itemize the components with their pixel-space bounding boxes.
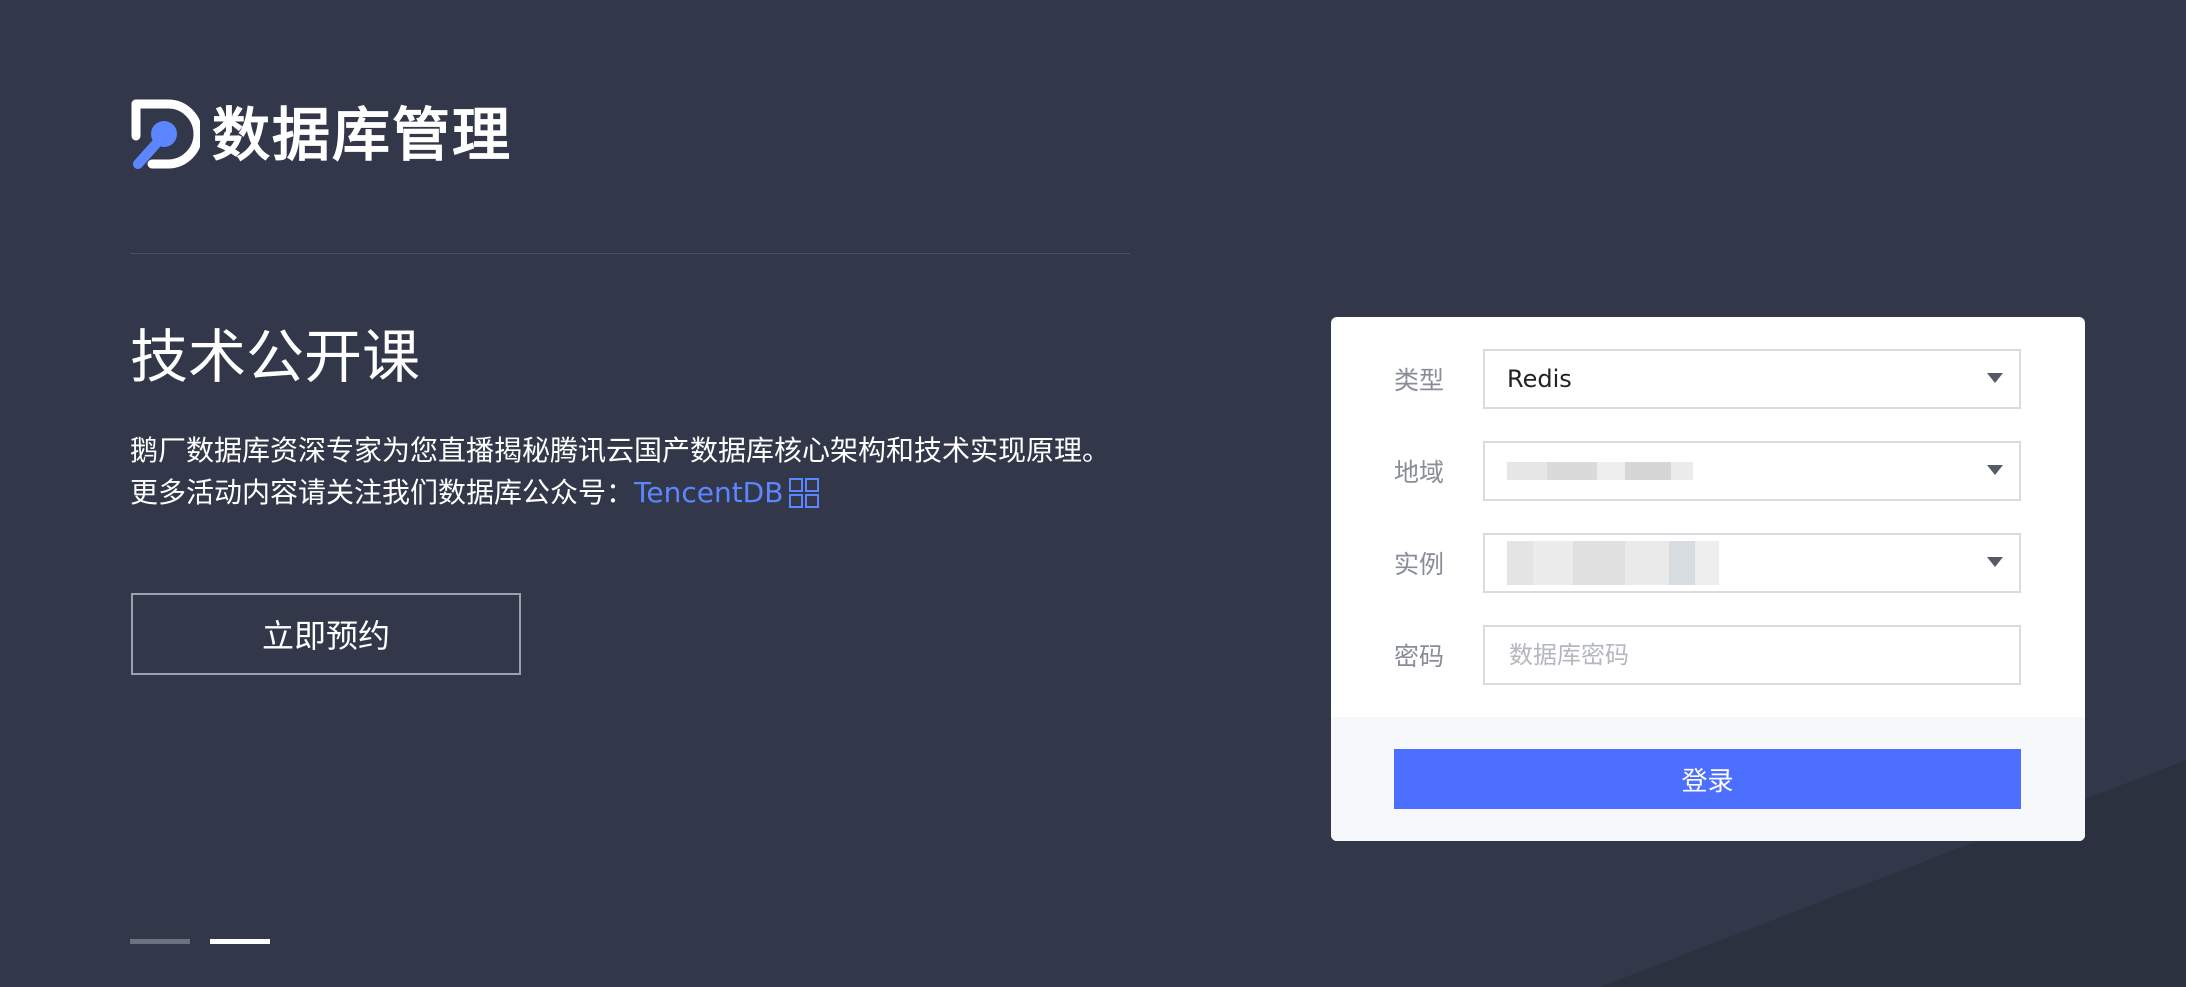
brand-logo: 数据库管理 xyxy=(130,98,512,172)
chevron-down-icon xyxy=(1987,465,2003,475)
qrcode-icon[interactable] xyxy=(789,478,820,508)
login-form: 类型 Redis 地域 实例 密码 xyxy=(1331,317,2085,717)
instance-value-redacted xyxy=(1507,541,1719,585)
password-label: 密码 xyxy=(1394,642,1445,671)
database-management-logo-icon xyxy=(131,99,200,169)
type-select-value: Redis xyxy=(1507,365,1572,393)
promo-description-line1: 鹅厂数据库资深专家为您直播揭秘腾讯云国产数据库核心架构和技术实现原理。 xyxy=(130,434,1111,467)
promo-description-prefix: 更多活动内容请关注我们数据库公众号： xyxy=(130,476,635,509)
chevron-down-icon xyxy=(1987,557,2003,567)
instance-select[interactable] xyxy=(1483,533,2021,593)
type-select[interactable]: Redis xyxy=(1483,349,2021,409)
reserve-button[interactable]: 立即预约 xyxy=(131,593,521,675)
carousel-indicator-2[interactable] xyxy=(210,939,270,944)
instance-row: 实例 xyxy=(1394,533,2022,593)
type-row: 类型 Redis xyxy=(1394,349,2022,409)
region-row: 地域 xyxy=(1394,441,2022,501)
password-field-wrapper xyxy=(1483,625,2021,685)
chevron-down-icon xyxy=(1987,373,2003,383)
promo-description-line2: 更多活动内容请关注我们数据库公众号：TencentDB xyxy=(130,472,1110,514)
login-card: 类型 Redis 地域 实例 密码 登录 xyxy=(1331,317,2085,841)
type-label: 类型 xyxy=(1394,366,1445,395)
promo-headline: 技术公开课 xyxy=(130,323,421,391)
login-button[interactable]: 登录 xyxy=(1394,749,2021,809)
region-select[interactable] xyxy=(1483,441,2021,501)
promo-description: 鹅厂数据库资深专家为您直播揭秘腾讯云国产数据库核心架构和技术实现原理。 更多活动… xyxy=(130,430,1110,514)
login-card-footer: 登录 xyxy=(1331,717,2085,841)
region-value-redacted xyxy=(1507,462,1693,480)
region-label: 地域 xyxy=(1394,458,1445,487)
password-input[interactable] xyxy=(1507,640,1991,670)
carousel-indicators xyxy=(130,939,290,944)
wechat-account-link[interactable]: TencentDB xyxy=(634,476,783,509)
carousel-indicator-1[interactable] xyxy=(130,939,190,944)
password-row: 密码 xyxy=(1394,625,2022,685)
brand-title: 数据库管理 xyxy=(212,101,513,169)
instance-label: 实例 xyxy=(1394,550,1445,579)
header-divider xyxy=(130,253,1130,254)
